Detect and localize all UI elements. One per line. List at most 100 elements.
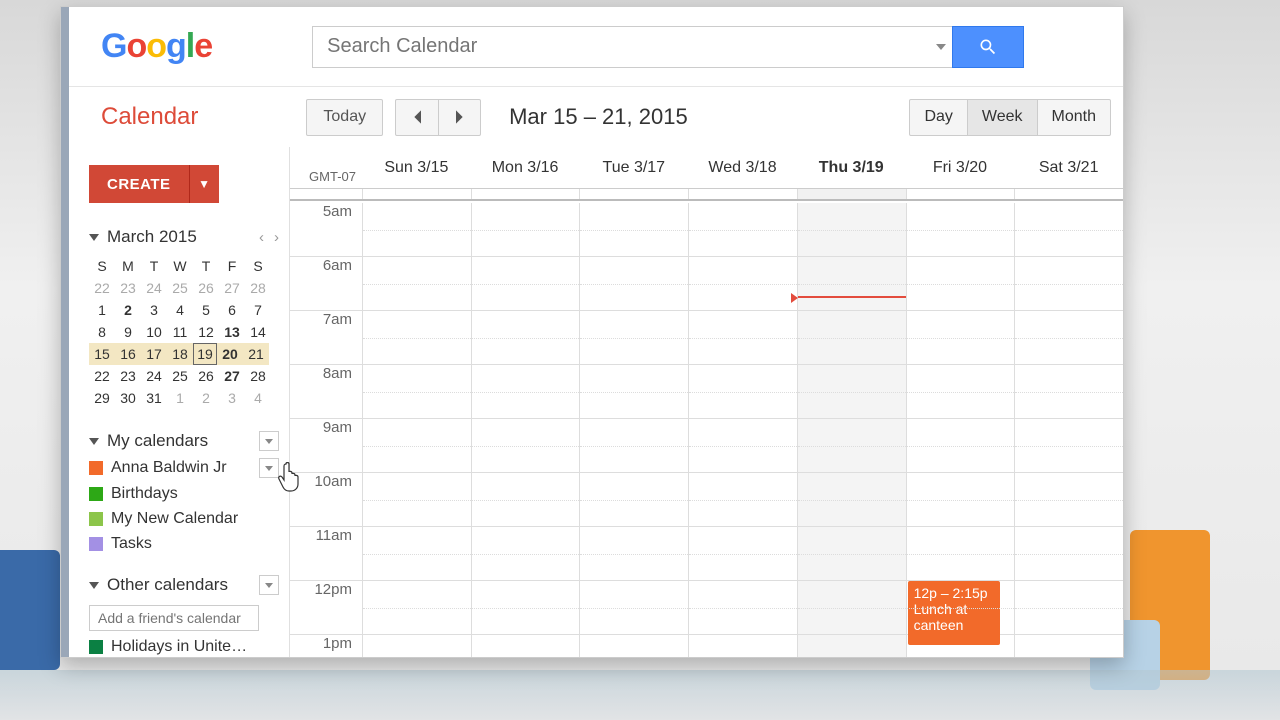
grid-cell[interactable] — [797, 311, 906, 364]
mini-date[interactable]: 7 — [245, 299, 271, 321]
app-title[interactable]: Calendar — [101, 103, 198, 131]
grid-cell[interactable] — [471, 365, 580, 418]
mini-date[interactable]: 9 — [115, 321, 141, 343]
grid-cell[interactable] — [688, 257, 797, 310]
grid-cell[interactable] — [1014, 419, 1123, 472]
mini-date[interactable]: 19 — [193, 343, 217, 365]
grid-cell[interactable] — [906, 365, 1015, 418]
calendar-item-menu[interactable] — [259, 458, 279, 478]
create-dropdown[interactable]: ▼ — [189, 165, 219, 203]
grid-cell[interactable] — [906, 419, 1015, 472]
day-header[interactable]: Fri 3/20 — [906, 147, 1015, 188]
grid-cell[interactable] — [471, 581, 580, 634]
mini-calendar[interactable]: SMTWTFS222324252627281234567891011121314… — [89, 255, 277, 409]
my-calendars-menu[interactable] — [259, 431, 279, 451]
grid-cell[interactable] — [579, 527, 688, 580]
grid-cell[interactable] — [797, 203, 906, 256]
grid-cell[interactable] — [797, 527, 906, 580]
mini-date[interactable]: 16 — [115, 343, 141, 365]
grid-cell[interactable] — [579, 419, 688, 472]
other-calendars-menu[interactable] — [259, 575, 279, 595]
day-header[interactable]: Sat 3/21 — [1014, 147, 1123, 188]
mini-date[interactable]: 2 — [115, 299, 141, 321]
grid-cell[interactable] — [471, 419, 580, 472]
mini-date[interactable]: 24 — [141, 365, 167, 387]
day-header[interactable]: Mon 3/16 — [471, 147, 580, 188]
mini-date[interactable]: 12 — [193, 321, 219, 343]
grid-cell[interactable] — [688, 203, 797, 256]
calendar-item[interactable]: Birthdays — [89, 485, 279, 503]
mini-calendar-header[interactable]: March 2015 ‹ › — [89, 227, 279, 247]
calendar-item[interactable]: My New Calendar — [89, 510, 279, 528]
mini-date[interactable]: 26 — [193, 277, 219, 299]
mini-date[interactable]: 3 — [141, 299, 167, 321]
create-button[interactable]: CREATE — [89, 165, 189, 203]
grid-cell[interactable] — [471, 203, 580, 256]
view-week[interactable]: Week — [967, 100, 1037, 135]
grid-cell[interactable] — [688, 473, 797, 526]
grid-cell[interactable] — [362, 365, 471, 418]
grid-cell[interactable] — [688, 419, 797, 472]
view-month[interactable]: Month — [1037, 100, 1110, 135]
mini-date[interactable]: 27 — [219, 277, 245, 299]
day-header[interactable]: Tue 3/17 — [579, 147, 688, 188]
mini-date[interactable]: 18 — [167, 343, 193, 365]
mini-date[interactable]: 29 — [89, 387, 115, 409]
grid-cell[interactable] — [471, 473, 580, 526]
mini-date[interactable]: 30 — [115, 387, 141, 409]
grid-cell[interactable] — [797, 473, 906, 526]
search-dropdown-icon[interactable] — [936, 44, 946, 50]
grid-cell[interactable] — [1014, 527, 1123, 580]
grid-cell[interactable] — [471, 635, 580, 657]
grid-cell[interactable] — [688, 311, 797, 364]
grid-cell[interactable] — [906, 203, 1015, 256]
mini-date[interactable]: 20 — [217, 343, 243, 365]
grid-cell[interactable] — [906, 311, 1015, 364]
mini-date[interactable]: 25 — [167, 365, 193, 387]
day-header[interactable]: Wed 3/18 — [688, 147, 797, 188]
grid-cell[interactable] — [579, 473, 688, 526]
grid-cell[interactable] — [906, 257, 1015, 310]
mini-date[interactable]: 23 — [115, 277, 141, 299]
mini-date[interactable]: 1 — [167, 387, 193, 409]
mini-date[interactable]: 31 — [141, 387, 167, 409]
grid-cell[interactable] — [688, 635, 797, 657]
next-button[interactable] — [438, 100, 480, 135]
grid-cell[interactable] — [362, 203, 471, 256]
grid-cell[interactable] — [362, 257, 471, 310]
today-button[interactable]: Today — [306, 99, 383, 136]
grid-cell[interactable] — [579, 203, 688, 256]
mini-date[interactable]: 8 — [89, 321, 115, 343]
mini-date[interactable]: 6 — [219, 299, 245, 321]
day-header[interactable]: Thu 3/19 — [797, 147, 906, 188]
mini-date[interactable]: 28 — [245, 365, 271, 387]
grid-cell[interactable] — [688, 581, 797, 634]
grid-cell[interactable] — [471, 527, 580, 580]
search-button[interactable] — [952, 26, 1024, 68]
grid-cell[interactable] — [362, 311, 471, 364]
mini-date[interactable]: 26 — [193, 365, 219, 387]
mini-date[interactable]: 13 — [219, 321, 245, 343]
mini-date[interactable]: 15 — [89, 343, 115, 365]
grid-cell[interactable] — [1014, 581, 1123, 634]
mini-date[interactable]: 24 — [141, 277, 167, 299]
grid-cell[interactable] — [906, 527, 1015, 580]
search-input[interactable] — [312, 26, 952, 68]
grid-cell[interactable] — [362, 419, 471, 472]
grid-cell[interactable] — [471, 257, 580, 310]
mini-date[interactable]: 4 — [167, 299, 193, 321]
grid-cell[interactable] — [579, 635, 688, 657]
mini-date[interactable]: 2 — [193, 387, 219, 409]
grid-cell[interactable] — [362, 581, 471, 634]
grid-cell[interactable] — [688, 527, 797, 580]
mini-date[interactable]: 28 — [245, 277, 271, 299]
grid-cell[interactable] — [797, 581, 906, 634]
calendar-item[interactable]: Anna Baldwin Jr — [89, 458, 279, 478]
add-friend-input[interactable] — [89, 605, 259, 631]
grid-cell[interactable] — [362, 527, 471, 580]
grid-body[interactable]: 5am6am7am8am9am10am11am12pm12p – 2:15pLu… — [290, 203, 1123, 657]
grid-cell[interactable] — [362, 473, 471, 526]
view-day[interactable]: Day — [910, 100, 966, 135]
prev-button[interactable] — [396, 100, 438, 135]
grid-cell[interactable] — [579, 365, 688, 418]
